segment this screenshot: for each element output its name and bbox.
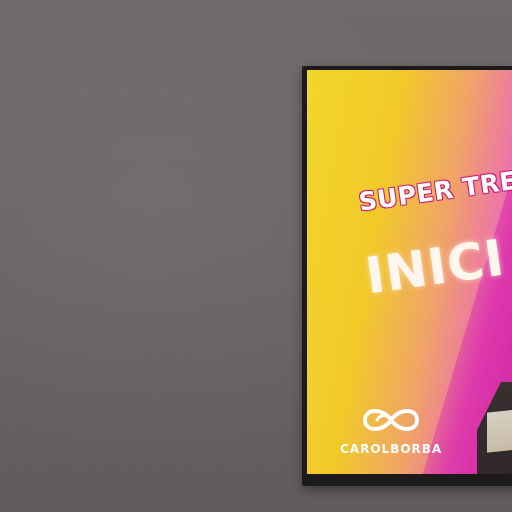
photo-scene: SUPER TRE INICI CAROLBORBA <box>0 0 512 512</box>
poster-display: SUPER TRE INICI CAROLBORBA <box>307 70 512 474</box>
infinity-loop-icon <box>362 409 420 431</box>
logo-wordmark: CAROLBORBA <box>340 442 443 456</box>
poster-headline: SUPER TRE <box>357 165 512 217</box>
light-floor-panel <box>487 407 512 453</box>
